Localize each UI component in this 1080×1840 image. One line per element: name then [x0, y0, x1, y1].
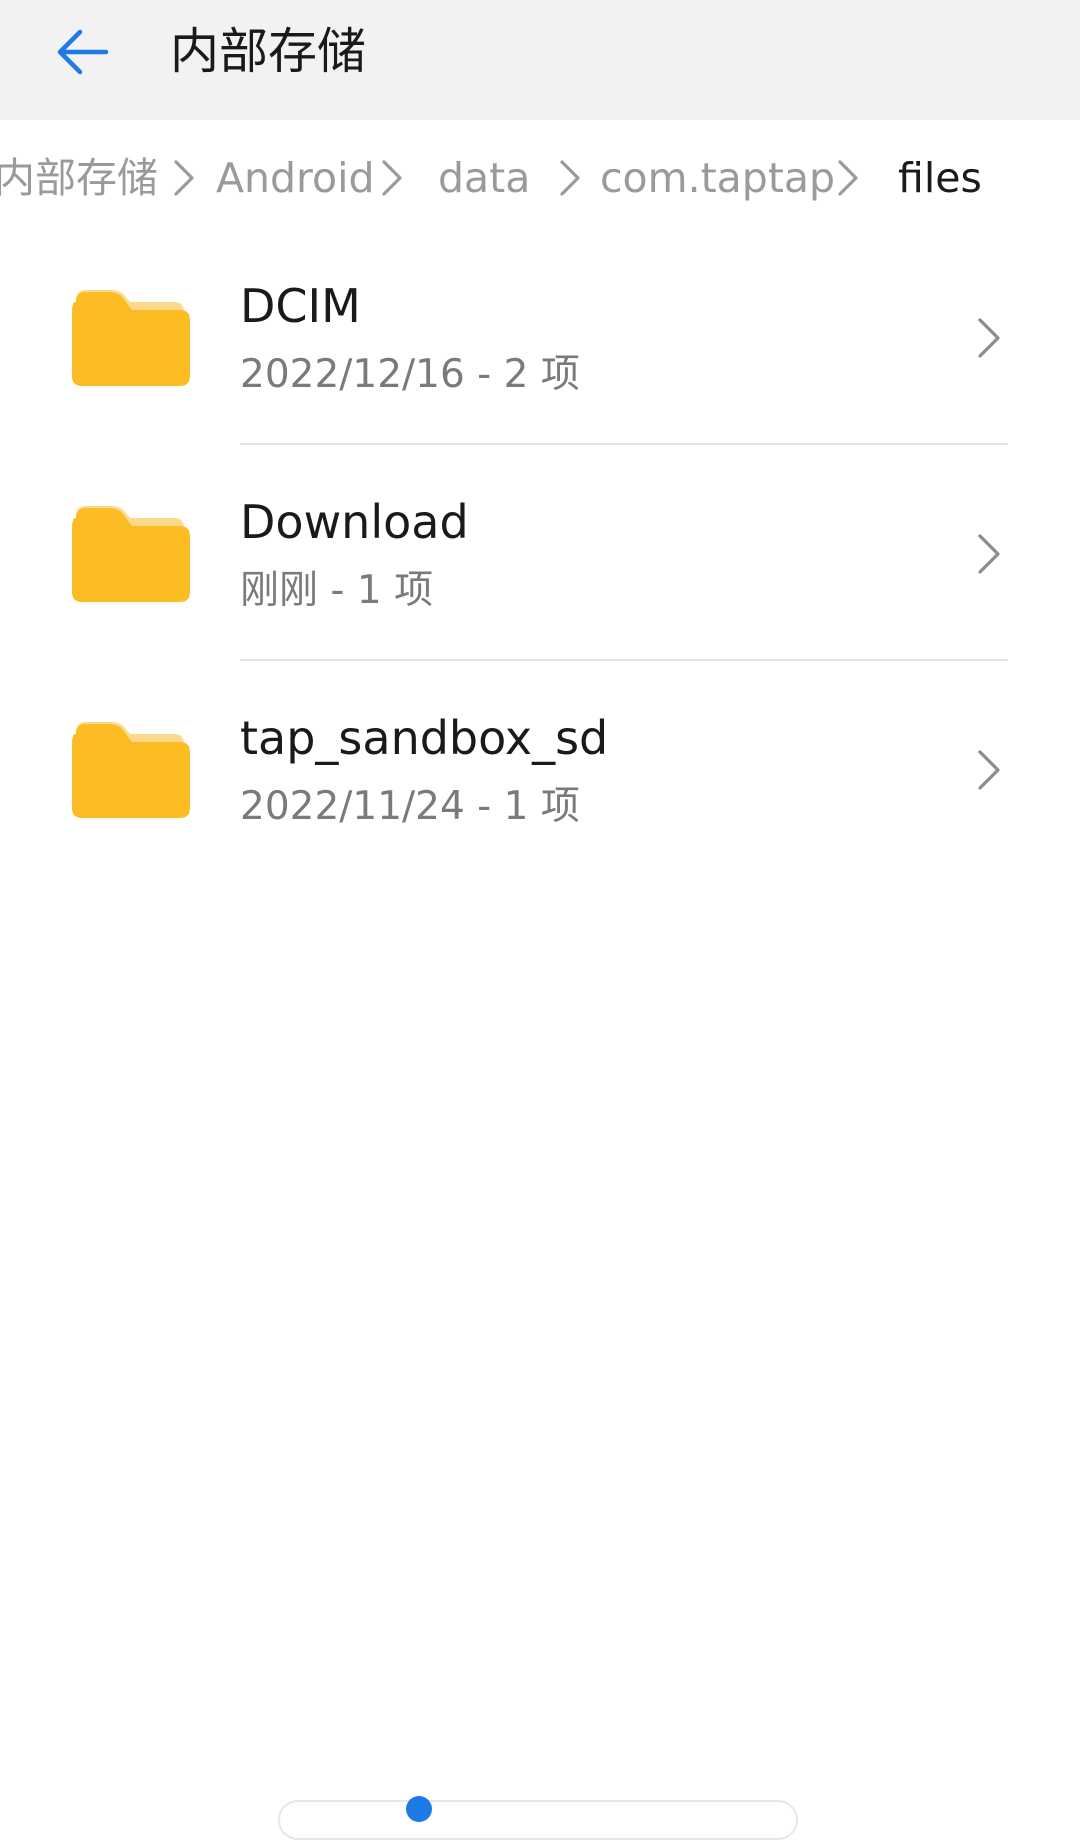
breadcrumb-item-com-taptap[interactable]: com.taptap [600, 148, 835, 208]
folder-row-tap-sandbox-sd[interactable]: tap_sandbox_sd 2022/11/24 - 1 项 [0, 660, 1080, 876]
folder-icon [72, 290, 190, 386]
indicator-dot-icon [406, 1796, 432, 1822]
back-arrow-icon [57, 29, 109, 75]
bottom-action-bar[interactable] [278, 1796, 798, 1840]
folder-row-download[interactable]: Download 刚刚 - 1 项 [0, 444, 1080, 660]
folder-icon [72, 722, 190, 818]
breadcrumb-item-android[interactable]: Android [216, 148, 375, 208]
chevron-right-icon [382, 160, 402, 196]
folder-name: DCIM [240, 279, 361, 333]
breadcrumb-item-files: files [898, 154, 982, 202]
back-button[interactable] [44, 14, 120, 90]
breadcrumb-item-data[interactable]: data [438, 148, 530, 208]
folder-meta: 2022/12/16 - 2 项 [240, 352, 580, 397]
breadcrumb: 内部存储 Android data com.taptap files [0, 120, 1080, 234]
folder-meta: 2022/11/24 - 1 项 [240, 784, 580, 829]
chevron-right-icon [978, 750, 1000, 790]
app-header: 内部存储 [0, 0, 1080, 120]
chevron-right-icon [174, 160, 194, 196]
chevron-right-icon [838, 160, 858, 196]
folder-icon [72, 506, 190, 602]
page-title: 内部存储 [170, 23, 367, 80]
folder-row-dcim[interactable]: DCIM 2022/12/16 - 2 项 [0, 228, 1080, 444]
chevron-right-icon [978, 318, 1000, 358]
chevron-right-icon [978, 534, 1000, 574]
breadcrumb-item-internal-storage[interactable]: 内部存储 [0, 148, 158, 208]
chevron-right-icon [560, 160, 580, 196]
folder-meta: 刚刚 - 1 项 [240, 568, 434, 613]
folder-name: tap_sandbox_sd [240, 711, 609, 765]
folder-name: Download [240, 495, 469, 549]
